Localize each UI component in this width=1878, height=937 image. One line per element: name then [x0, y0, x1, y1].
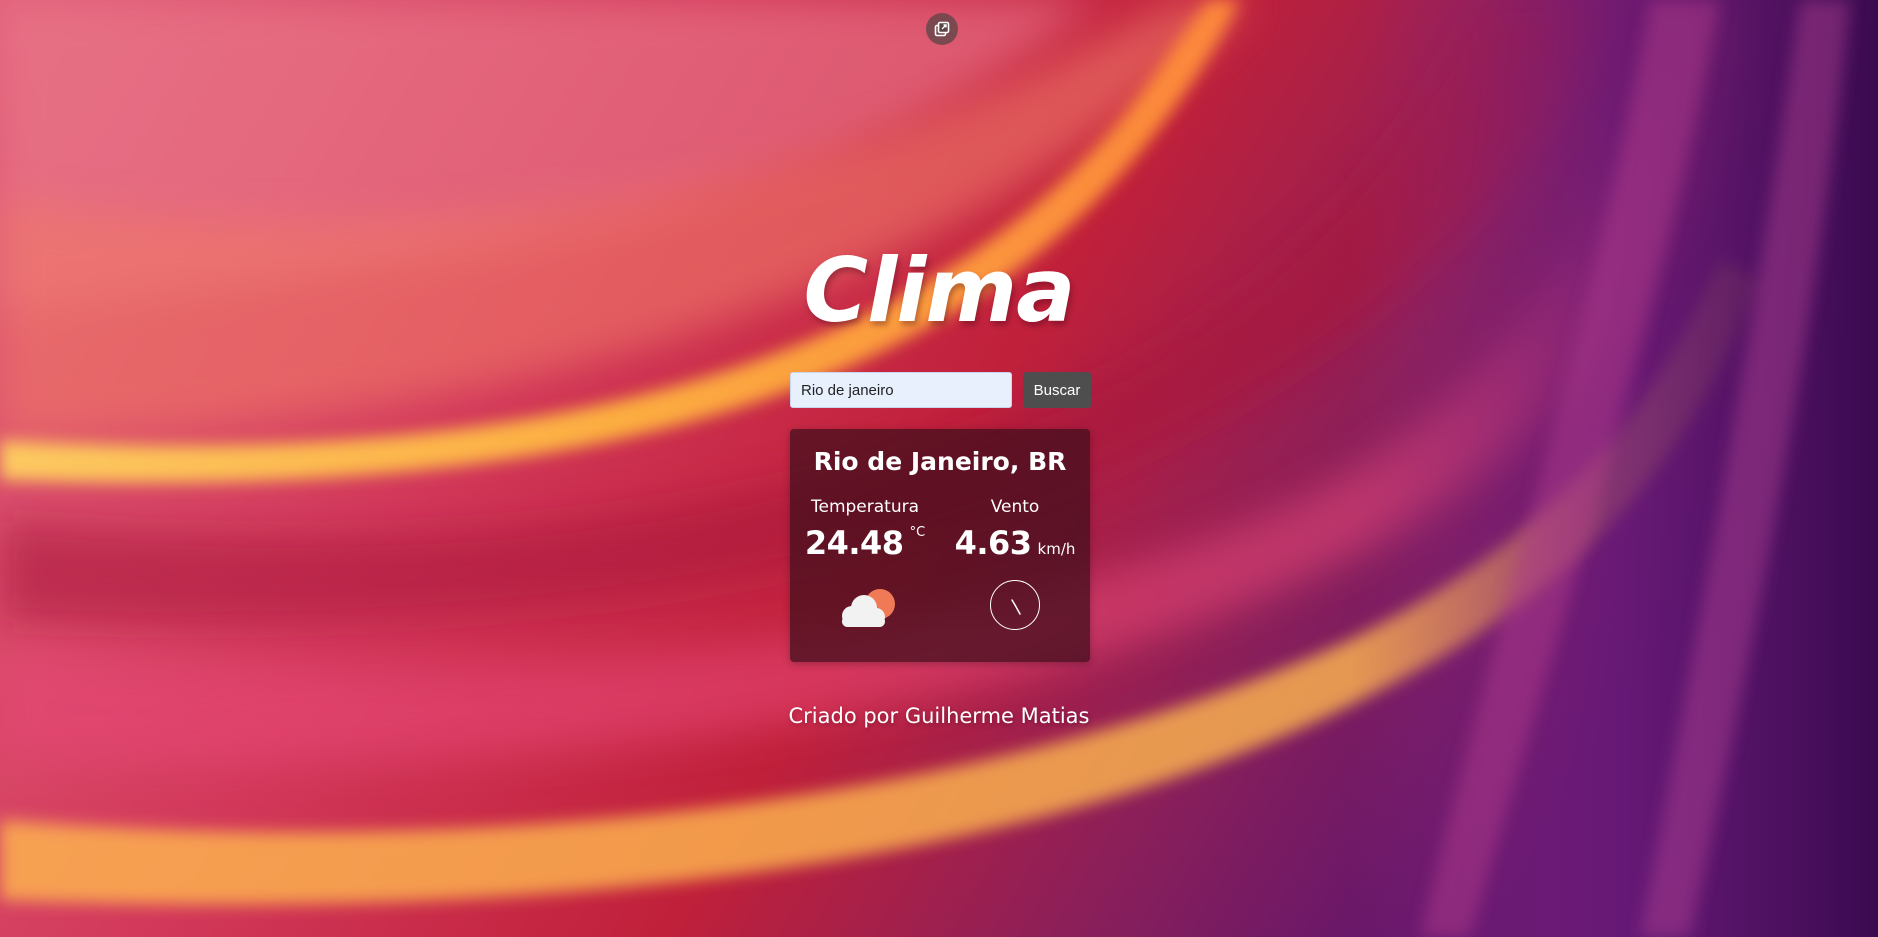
temperature-value: 24.48	[804, 524, 904, 562]
wind-row: 4.63 km/h	[940, 523, 1090, 563]
temperature-unit: °C	[909, 525, 926, 540]
wind-label: Vento	[990, 497, 1040, 517]
city-name: Rio de Janeiro, BR	[813, 447, 1067, 476]
weather-card: Rio de Janeiro, BR Temperatura Vento 24.…	[790, 429, 1090, 662]
city-search-input[interactable]	[790, 372, 1012, 408]
wind-direction-compass-icon	[989, 579, 1041, 631]
external-window-icon[interactable]	[926, 13, 958, 45]
app-title: Clima	[803, 239, 1076, 342]
search-button[interactable]: Buscar	[1023, 372, 1091, 408]
partly-cloudy-icon	[830, 584, 902, 636]
wind-value: 4.63	[954, 524, 1032, 562]
temperature-label: Temperatura	[810, 497, 920, 517]
temperature-row: 24.48 °C	[790, 523, 940, 563]
wind-unit: km/h	[1037, 540, 1076, 558]
footer-credit: Criado por Guilherme Matias	[788, 704, 1090, 728]
